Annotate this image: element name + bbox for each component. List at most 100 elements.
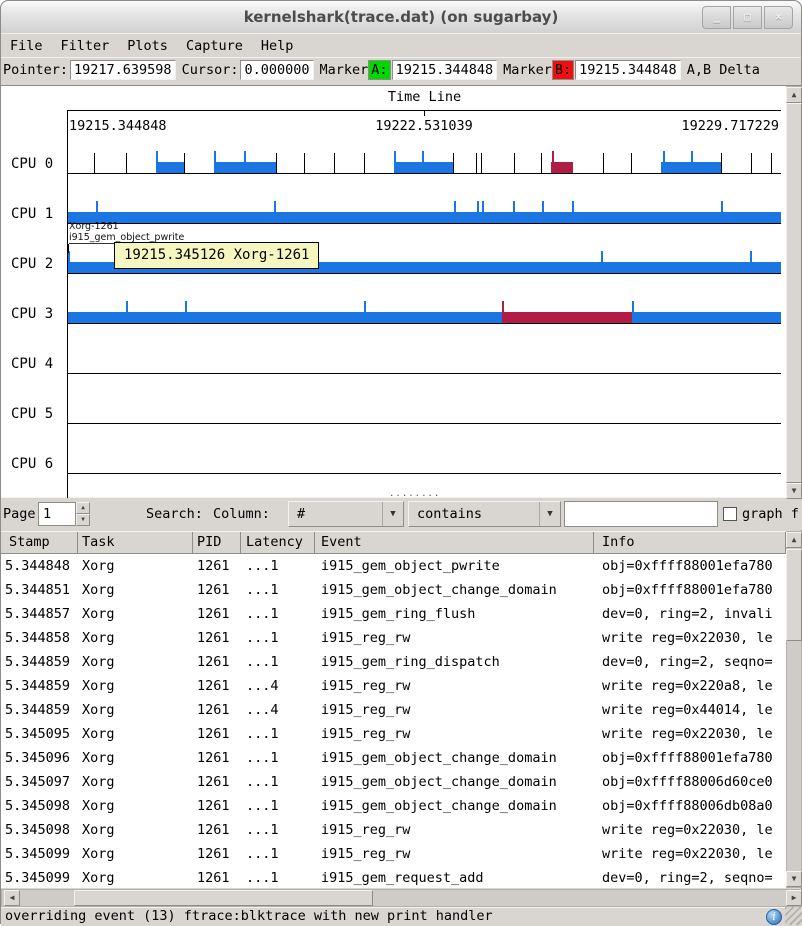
table-cell: i915_gem_object_pwrite bbox=[321, 554, 594, 578]
search-label: Search: bbox=[146, 499, 203, 530]
table-cell: 5.344848 bbox=[1, 554, 70, 578]
event-tick-icon bbox=[663, 151, 665, 173]
table-cell: ...1 bbox=[246, 554, 315, 578]
column-label: Column: bbox=[213, 499, 270, 530]
table-cell: Xorg bbox=[82, 842, 193, 866]
minimize-icon[interactable]: _ bbox=[702, 6, 731, 29]
table-cell: Xorg bbox=[82, 818, 193, 842]
table-row[interactable]: 5.344858Xorg1261...1i915_reg_rwwrite reg… bbox=[1, 626, 786, 650]
table-row[interactable]: 5.344859Xorg1261...4i915_reg_rwwrite reg… bbox=[1, 698, 786, 722]
graph-follows-checkbox[interactable] bbox=[723, 507, 737, 521]
table-cell: obj=0xffff88001efa780 bbox=[602, 554, 786, 578]
table-vscroll-thumb[interactable] bbox=[786, 549, 802, 641]
scroll-up-icon[interactable]: ▲ bbox=[786, 532, 802, 548]
event-tick-icon bbox=[721, 153, 722, 173]
table-row[interactable]: 5.345095Xorg1261...1i915_reg_rwwrite reg… bbox=[1, 722, 786, 746]
table-row[interactable]: 5.344857Xorg1261...1i915_gem_ring_flushd… bbox=[1, 602, 786, 626]
timeline-graph-panel[interactable]: Time Line 19215.344848 19222.531039 1922… bbox=[1, 85, 802, 498]
event-tick-icon bbox=[721, 201, 723, 212]
menu-item-filter[interactable]: Filter bbox=[52, 34, 119, 58]
table-cell: Xorg bbox=[82, 794, 193, 818]
column-header-task[interactable]: Task bbox=[78, 532, 193, 553]
table-cell: ...1 bbox=[246, 794, 315, 818]
table-vscrollbar[interactable]: ▲ ▼ bbox=[786, 531, 802, 888]
info-icon[interactable]: i bbox=[766, 909, 782, 925]
scroll-right-icon[interactable]: ▶ bbox=[786, 890, 802, 906]
table-cell: dev=0, ring=2, invali bbox=[602, 602, 786, 626]
table-cell: dev=0, ring=2, seqno= bbox=[602, 650, 786, 674]
cursor-value: 0.000000 bbox=[240, 60, 313, 80]
status-message: overriding event (13) ftrace:blktrace wi… bbox=[5, 908, 493, 925]
event-tick-icon bbox=[632, 301, 634, 312]
table-row[interactable]: 5.344848Xorg1261...1i915_gem_object_pwri… bbox=[1, 554, 786, 578]
table-cell: write reg=0x22030, le bbox=[602, 842, 786, 866]
page-spinner[interactable]: 1 bbox=[38, 502, 76, 526]
table-row[interactable]: 5.345099Xorg1261...1i915_gem_request_add… bbox=[1, 866, 786, 888]
status-bar: overriding event (13) ftrace:blktrace wi… bbox=[1, 907, 802, 926]
marker-a-badge: A: bbox=[368, 60, 390, 80]
event-tick-icon bbox=[601, 251, 603, 262]
table-row[interactable]: 5.345096Xorg1261...1i915_gem_object_chan… bbox=[1, 746, 786, 770]
match-select[interactable]: contains ▼ bbox=[408, 501, 561, 527]
event-tick-icon bbox=[185, 301, 187, 312]
event-bar[interactable] bbox=[156, 162, 184, 173]
table-hscrollbar[interactable]: ◀ ▶ bbox=[1, 889, 802, 907]
table-row[interactable]: 5.345098Xorg1261...1i915_gem_object_chan… bbox=[1, 794, 786, 818]
resize-grip-icon[interactable] bbox=[785, 907, 802, 925]
event-tick-icon bbox=[482, 201, 484, 212]
table-cell: 1261 bbox=[197, 674, 241, 698]
table-row[interactable]: 5.344851Xorg1261...1i915_gem_object_chan… bbox=[1, 578, 786, 602]
marker-b-value: 19215.344848 bbox=[575, 60, 681, 80]
table-cell: 5.345095 bbox=[1, 722, 70, 746]
window-controls: _ □ ✕ bbox=[702, 6, 793, 29]
menu-item-help[interactable]: Help bbox=[252, 34, 303, 58]
maximize-icon[interactable]: □ bbox=[733, 6, 762, 29]
table-row[interactable]: 5.345098Xorg1261...1i915_reg_rwwrite reg… bbox=[1, 818, 786, 842]
menu-item-file[interactable]: File bbox=[1, 34, 52, 58]
column-header-info[interactable]: Info bbox=[594, 532, 786, 553]
table-cell: ...1 bbox=[246, 866, 315, 888]
scroll-up-icon[interactable]: ▲ bbox=[786, 87, 802, 103]
column-header-event[interactable]: Event bbox=[315, 532, 594, 553]
column-header-stamp[interactable]: Stamp bbox=[1, 532, 78, 553]
cpu-task-bar[interactable] bbox=[68, 212, 781, 223]
spin-down-icon[interactable]: ▼ bbox=[76, 514, 90, 526]
scroll-left-icon[interactable]: ◀ bbox=[4, 890, 20, 906]
cpu-label: CPU 2 bbox=[11, 256, 67, 272]
table-cell: dev=0, ring=2, seqno= bbox=[602, 866, 786, 888]
table-row[interactable]: 5.345099Xorg1261...1i915_reg_rwwrite reg… bbox=[1, 842, 786, 866]
pointer-label: Pointer: bbox=[3, 62, 68, 78]
column-select[interactable]: # ▼ bbox=[288, 501, 404, 527]
table-cell: 1261 bbox=[197, 746, 241, 770]
table-cell: ...1 bbox=[246, 602, 315, 626]
menu-item-plots[interactable]: Plots bbox=[118, 34, 177, 58]
graph-vscroll-thumb[interactable] bbox=[786, 103, 802, 483]
spin-up-icon[interactable]: ▲ bbox=[76, 502, 90, 514]
table-row[interactable]: 5.344859Xorg1261...1i915_gem_ring_dispat… bbox=[1, 650, 786, 674]
timeline-title: Time Line bbox=[68, 89, 781, 105]
table-cell: i915_gem_object_change_domain bbox=[321, 770, 594, 794]
cpu-task-bar[interactable] bbox=[68, 312, 781, 323]
title-bar[interactable]: kernelshark(trace.dat) (on sugarbay) _ □… bbox=[1, 1, 801, 34]
scroll-down-icon[interactable]: ▼ bbox=[786, 871, 802, 887]
close-icon[interactable]: ✕ bbox=[764, 6, 793, 29]
table-cell: write reg=0x220a8, le bbox=[602, 674, 786, 698]
column-header-latency[interactable]: Latency bbox=[241, 532, 315, 553]
table-cell: 5.345099 bbox=[1, 842, 70, 866]
menu-item-capture[interactable]: Capture bbox=[177, 34, 252, 58]
table-row[interactable]: 5.344859Xorg1261...4i915_reg_rwwrite reg… bbox=[1, 674, 786, 698]
table-row[interactable]: 5.345097Xorg1261...1i915_gem_object_chan… bbox=[1, 770, 786, 794]
column-header-pid[interactable]: PID bbox=[193, 532, 241, 553]
table-cell: 5.345096 bbox=[1, 746, 70, 770]
table-cell: i915_reg_rw bbox=[321, 722, 594, 746]
table-hscroll-thumb[interactable] bbox=[74, 890, 373, 906]
event-bar[interactable] bbox=[551, 162, 573, 173]
event-bar[interactable] bbox=[502, 312, 632, 323]
table-cell: Xorg bbox=[82, 746, 193, 770]
marker-b-label: Marker bbox=[503, 62, 552, 78]
scroll-down-icon[interactable]: ▼ bbox=[786, 483, 802, 499]
event-table: 5.344848Xorg1261...1i915_gem_object_pwri… bbox=[1, 554, 786, 888]
event-tick-icon bbox=[364, 301, 366, 312]
graph-vscrollbar[interactable]: ▲ ▼ bbox=[786, 86, 802, 498]
search-input[interactable] bbox=[564, 501, 718, 527]
